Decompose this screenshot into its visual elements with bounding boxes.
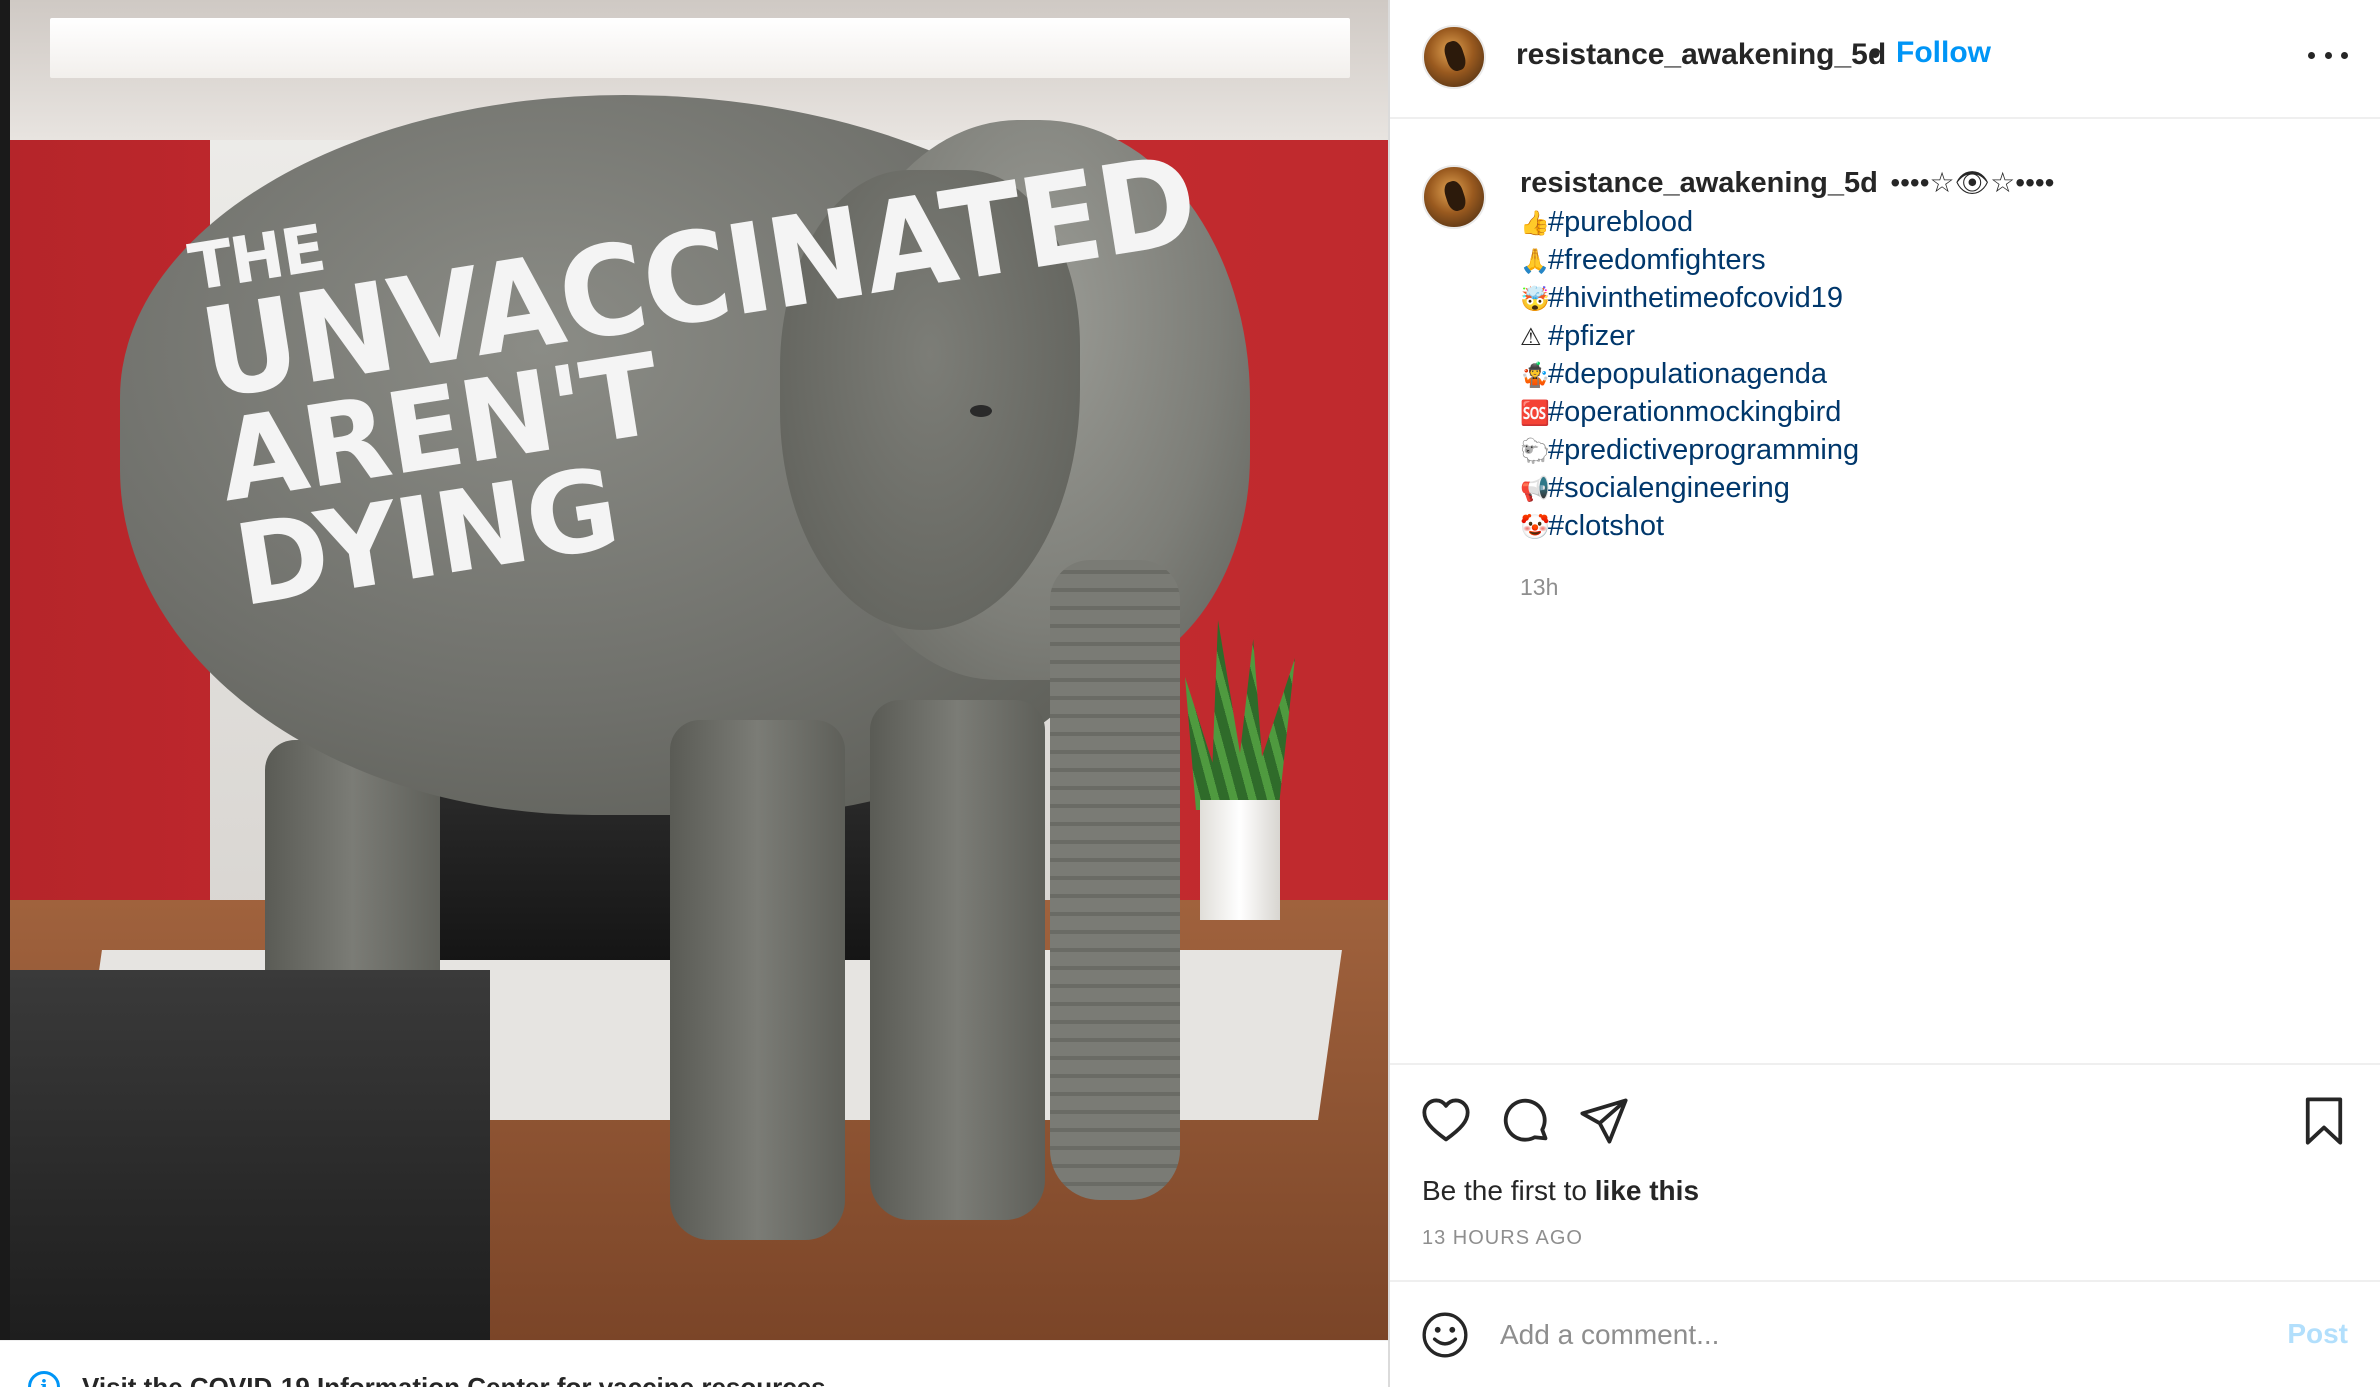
- hashtag-emoji-icon: 🙏: [1520, 248, 1550, 275]
- covid-banner-text[interactable]: Visit the COVID-19 Information Center fo…: [82, 1371, 833, 1387]
- covid-info-banner[interactable]: i Visit the COVID-19 Information Center …: [0, 1340, 1388, 1387]
- caption-decoration: ••••☆👁☆••••: [1890, 167, 2055, 198]
- header-username[interactable]: resistance_awakening_5d: [1516, 38, 1886, 72]
- follow-button[interactable]: Follow: [1896, 36, 1991, 70]
- hashtag-link[interactable]: #freedomfighters: [1548, 244, 1766, 276]
- hashtag-emoji-icon: 🆘: [1520, 400, 1550, 427]
- hashtag-emoji-icon: ⚠: [1520, 324, 1542, 351]
- elephant-leg: [870, 700, 1045, 1220]
- bookmark-icon[interactable]: [2298, 1095, 2350, 1147]
- hashtag-emoji-icon: 🤡: [1520, 514, 1550, 541]
- hashtag-link[interactable]: #pureblood: [1548, 206, 1693, 238]
- hashtag-item: 🤡#clotshot: [1520, 508, 2340, 546]
- comment-icon[interactable]: [1500, 1095, 1552, 1147]
- action-bar: Be the first to like this 13 HOURS AGO: [1390, 1063, 2380, 1249]
- likes-summary: Be the first to like this: [1422, 1175, 1699, 1207]
- emoji-icon[interactable]: [1420, 1310, 1470, 1360]
- dot: [2308, 51, 2315, 59]
- hashtag-emoji-icon: 📢: [1520, 476, 1550, 503]
- heart-icon[interactable]: [1420, 1095, 1472, 1147]
- hashtag-emoji-icon: 🤹: [1520, 362, 1550, 389]
- ceiling-light: [50, 18, 1350, 78]
- hashtag-item: 👍#pureblood: [1520, 204, 2340, 242]
- comment-input[interactable]: [1500, 1312, 2220, 1358]
- hashtag-item: 🆘#operationmockingbird: [1520, 394, 2340, 432]
- likes-prefix: Be the first to: [1422, 1175, 1595, 1206]
- caption-header: resistance_awakening_5d ••••☆👁☆••••: [1520, 166, 2340, 200]
- hashtag-emoji-icon: 🤯: [1520, 286, 1550, 313]
- post-side-panel: resistance_awakening_5d • Follow resista…: [1390, 0, 2380, 1387]
- plant-pot: [1200, 800, 1280, 920]
- dot: [2341, 51, 2348, 59]
- hashtag-link[interactable]: #depopulationagenda: [1548, 358, 1827, 390]
- hashtag-item: ⚠ #pfizer: [1520, 318, 2340, 356]
- dot: [2324, 51, 2332, 59]
- caption: resistance_awakening_5d ••••☆👁☆•••• 👍#pu…: [1520, 166, 2340, 601]
- comment-bar: Post: [1390, 1280, 2380, 1387]
- caption-avatar[interactable]: [1422, 165, 1486, 229]
- hashtag-emoji-icon: 🐑: [1520, 438, 1550, 465]
- hashtag-link[interactable]: #predictiveprogramming: [1548, 434, 1859, 466]
- elephant-eye: [970, 405, 992, 417]
- post-comment-button[interactable]: Post: [2287, 1318, 2348, 1350]
- hashtag-emoji-icon: 👍: [1520, 210, 1550, 237]
- elephant-trunk: [1050, 560, 1180, 1200]
- foreground-box: [10, 970, 490, 1340]
- info-icon: i: [28, 1371, 60, 1387]
- share-icon[interactable]: [1578, 1095, 1630, 1147]
- caption-username[interactable]: resistance_awakening_5d: [1520, 167, 1878, 199]
- chevron-right-icon[interactable]: ›: [1348, 1375, 1358, 1387]
- post-image: The Unvaccinated Aren't Dying: [10, 0, 1388, 1340]
- header-separator: •: [1870, 38, 1881, 71]
- hashtag-list: 👍#pureblood 🙏#freedomfighters 🤯#hivintheti…: [1520, 204, 2340, 546]
- hashtag-item: 🐑#predictiveprogramming: [1520, 432, 2340, 470]
- avatar[interactable]: [1422, 25, 1486, 89]
- hashtag-link[interactable]: #hivinthetimeofcovid19: [1548, 282, 1843, 314]
- hashtag-item: 🤹#depopulationagenda: [1520, 356, 2340, 394]
- hashtag-item: 📢#socialengineering: [1520, 470, 2340, 508]
- post-header: resistance_awakening_5d • Follow: [1390, 0, 2380, 119]
- hashtag-link[interactable]: #pfizer: [1548, 320, 1635, 352]
- elephant-leg: [670, 720, 845, 1240]
- hashtag-item: 🙏#freedomfighters: [1520, 242, 2340, 280]
- hashtag-link[interactable]: #clotshot: [1548, 510, 1664, 542]
- post-timestamp[interactable]: 13 HOURS AGO: [1422, 1227, 1583, 1250]
- hashtag-item: 🤯#hivinthetimeofcovid19: [1520, 280, 2340, 318]
- post-media[interactable]: The Unvaccinated Aren't Dying i Visit th…: [0, 0, 1388, 1387]
- caption-timestamp[interactable]: 13h: [1520, 574, 2340, 601]
- hashtag-link[interactable]: #socialengineering: [1548, 472, 1790, 504]
- like-this-link[interactable]: like this: [1595, 1175, 1699, 1206]
- hashtag-link[interactable]: #operationmockingbird: [1548, 396, 1841, 428]
- more-options-icon[interactable]: [2308, 40, 2348, 70]
